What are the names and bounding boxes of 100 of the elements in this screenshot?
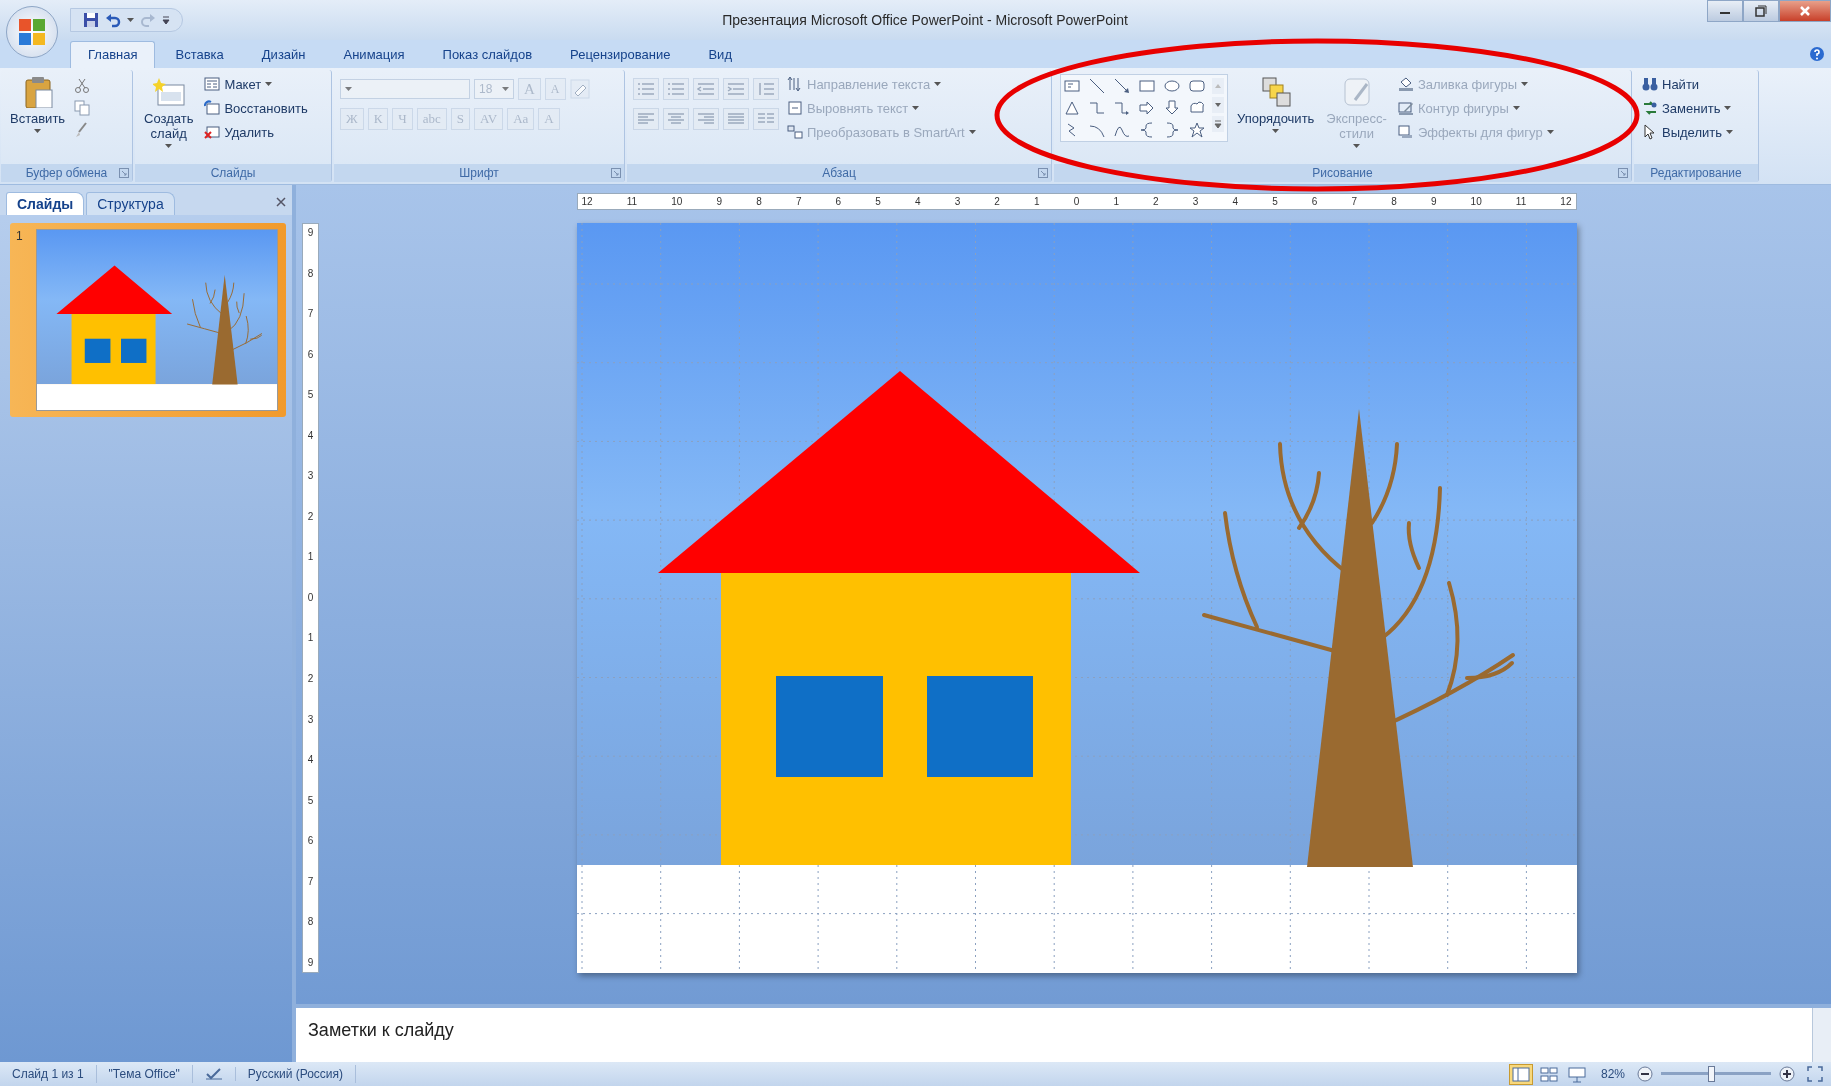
ruler-label: 2 bbox=[307, 674, 314, 684]
minimize-button[interactable] bbox=[1707, 0, 1743, 22]
caret-icon bbox=[1726, 130, 1733, 134]
close-button[interactable] bbox=[1779, 0, 1831, 22]
theme-name[interactable]: "Тема Office" bbox=[96, 1065, 193, 1083]
right-arrow-icon bbox=[1139, 100, 1155, 116]
ribbon-command[interactable]: Удалить bbox=[202, 122, 310, 142]
smartart-icon bbox=[787, 124, 803, 140]
text-direction-icon bbox=[787, 76, 803, 92]
help-icon[interactable] bbox=[1809, 46, 1825, 62]
ribbon-tab[interactable]: Показ слайдов bbox=[424, 41, 551, 68]
layout-icon bbox=[204, 76, 221, 92]
caret-icon bbox=[127, 18, 134, 22]
view-button[interactable] bbox=[1508, 1063, 1533, 1085]
ruler-label: 5 bbox=[875, 196, 881, 207]
text-box-icon bbox=[1064, 78, 1080, 94]
pane-tab[interactable]: Слайды bbox=[6, 192, 85, 215]
thumbnail-highlight[interactable]: 1 bbox=[10, 223, 286, 417]
caret-icon bbox=[1521, 82, 1529, 86]
ribbon-command[interactable]: Заменить bbox=[1640, 98, 1735, 118]
scrollbar[interactable] bbox=[1812, 1008, 1831, 1062]
caret-icon bbox=[1272, 129, 1280, 133]
office-logo-icon bbox=[17, 17, 47, 47]
scroll-down-icon[interactable] bbox=[1212, 97, 1224, 113]
ribbon-command[interactable]: Восстановить bbox=[202, 98, 310, 118]
fit-window-icon[interactable] bbox=[1807, 1066, 1823, 1082]
group-label: Рисование bbox=[1312, 166, 1373, 180]
pen-outline-icon bbox=[1397, 100, 1414, 116]
ruler-label: 4 bbox=[307, 755, 314, 766]
ribbon-command[interactable]: Макет bbox=[202, 74, 310, 94]
dialog-launcher-icon[interactable] bbox=[611, 168, 621, 178]
restore-icon bbox=[1755, 5, 1767, 17]
ruler-label: 7 bbox=[1351, 196, 1358, 207]
arrow-line-icon bbox=[1114, 78, 1130, 94]
ruler-label: 7 bbox=[795, 196, 802, 207]
caret-icon bbox=[1724, 106, 1732, 110]
ruler-label: 6 bbox=[835, 196, 842, 207]
ribbon-tab[interactable]: Анимация bbox=[325, 41, 423, 68]
ribbon-tab[interactable]: Дизайн bbox=[243, 41, 324, 68]
slider-thumb[interactable] bbox=[1707, 1066, 1715, 1082]
ribbon-tab[interactable]: Вид bbox=[690, 41, 750, 68]
ruler-label: 12 bbox=[1560, 196, 1572, 207]
caret-icon bbox=[934, 82, 942, 86]
clipboard-button[interactable]: Вставить bbox=[7, 74, 69, 135]
restore-button[interactable] bbox=[1743, 0, 1779, 22]
elbow-arrow-icon bbox=[1114, 100, 1130, 116]
ruler-label: 2 bbox=[1153, 196, 1159, 207]
new-slide-icon bbox=[152, 76, 185, 108]
save-icon[interactable] bbox=[83, 12, 99, 28]
scissors-icon[interactable] bbox=[74, 78, 91, 94]
dialog-launcher-icon[interactable] bbox=[1038, 168, 1048, 178]
pane-tab[interactable]: Структура bbox=[86, 192, 175, 215]
spell-check-icon[interactable] bbox=[204, 1067, 223, 1081]
copy-icon[interactable] bbox=[74, 100, 91, 116]
ruler-label: 1 bbox=[307, 552, 314, 563]
close-icon bbox=[1799, 5, 1811, 17]
language[interactable]: Русский (Россия) bbox=[235, 1065, 357, 1083]
notes-field[interactable]: Заметки к слайду bbox=[296, 1008, 1812, 1062]
slide-thumbnail[interactable] bbox=[36, 229, 278, 411]
new-button[interactable]: Создать слайд bbox=[141, 74, 197, 150]
customize-icon[interactable] bbox=[162, 15, 170, 25]
arrange-button[interactable]: Упорядочить bbox=[1234, 74, 1318, 135]
ribbon-tab[interactable]: Вставка bbox=[157, 41, 242, 68]
ruler-label: 1 bbox=[1113, 196, 1119, 207]
align-center-icon bbox=[667, 111, 685, 127]
ribbon-tab[interactable]: Рецензирование bbox=[552, 41, 689, 68]
dialog-launcher-icon[interactable] bbox=[1618, 168, 1628, 178]
caret-icon bbox=[912, 106, 920, 110]
minus-icon bbox=[1637, 1066, 1653, 1082]
ruler-label: 6 bbox=[1311, 196, 1318, 207]
bullets-icon bbox=[637, 81, 655, 97]
zoom-out-button[interactable] bbox=[1637, 1066, 1653, 1082]
zoom-level[interactable]: 82% bbox=[1592, 1067, 1633, 1081]
ruler-label: 3 bbox=[307, 471, 314, 482]
dialog-launcher-icon[interactable] bbox=[119, 168, 129, 178]
caret-icon bbox=[1512, 106, 1520, 110]
arrange-squares-icon bbox=[1259, 76, 1292, 108]
ruler-label: 6 bbox=[307, 349, 314, 360]
undo-icon[interactable] bbox=[105, 12, 121, 28]
slide-show-icon bbox=[1567, 1065, 1586, 1083]
ruler-label: 10 bbox=[1470, 196, 1482, 207]
zoom-in-button[interactable] bbox=[1779, 1066, 1795, 1082]
ruler-label: 4 bbox=[307, 430, 314, 441]
ruler-label: 3 bbox=[1192, 196, 1199, 207]
line-spacing-icon bbox=[757, 81, 775, 97]
oval-icon bbox=[1164, 78, 1180, 94]
ribbon-command[interactable]: Найти bbox=[1640, 74, 1735, 94]
ruler-label: 9 bbox=[307, 228, 314, 238]
binoculars-icon bbox=[1642, 76, 1658, 92]
ruler-label: 3 bbox=[307, 714, 314, 725]
paint-bucket-icon bbox=[1397, 76, 1414, 92]
ribbon-command[interactable]: Выделить bbox=[1640, 122, 1735, 142]
ribbon-tab[interactable]: Главная bbox=[70, 41, 156, 68]
replace-icon bbox=[1642, 100, 1658, 116]
more-icon[interactable] bbox=[1212, 116, 1224, 132]
close-icon[interactable] bbox=[276, 197, 286, 207]
ruler-label: 12 bbox=[581, 196, 593, 207]
ruler-label: 3 bbox=[954, 196, 961, 207]
house-window bbox=[121, 338, 147, 363]
ruler-label: 10 bbox=[671, 196, 683, 207]
